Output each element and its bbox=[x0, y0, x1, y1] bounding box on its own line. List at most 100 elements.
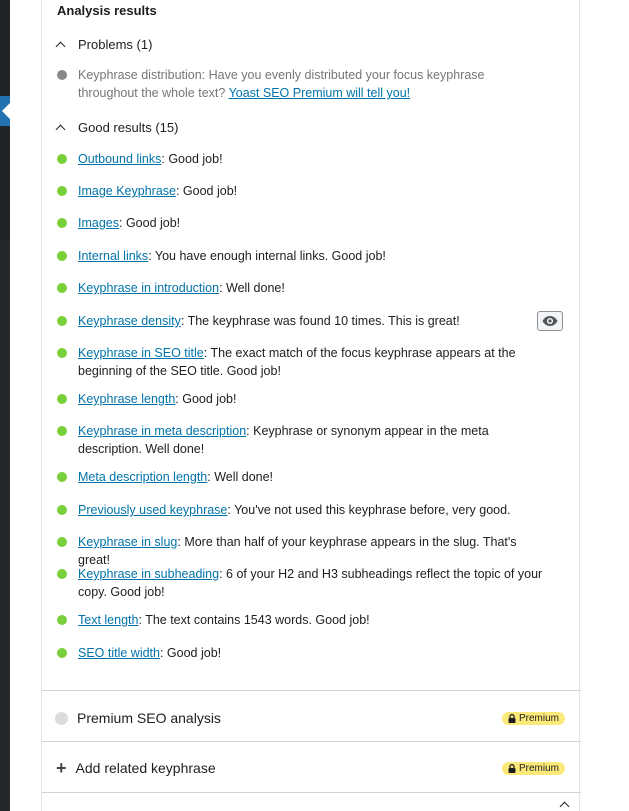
result-text: SEO title width: Good job! bbox=[78, 644, 547, 662]
result-link[interactable]: Previously used keyphrase bbox=[78, 503, 227, 517]
chevron-up-icon bbox=[55, 41, 66, 52]
yoast-analysis-panel: Analysis results Problems (1) Keyphrase … bbox=[41, 0, 581, 811]
add-related-keyphrase-label: Add related keyphrase bbox=[75, 760, 216, 776]
divider bbox=[42, 792, 581, 793]
lock-icon bbox=[508, 763, 516, 773]
result-text: Images: Good job! bbox=[78, 214, 547, 232]
result-description: : Good job! bbox=[161, 152, 223, 166]
result-text: Keyphrase in introduction: Well done! bbox=[78, 279, 547, 297]
good-result-item: Internal links: You have enough internal… bbox=[57, 247, 547, 265]
result-link[interactable]: Images bbox=[78, 216, 119, 230]
lock-icon bbox=[508, 713, 516, 723]
premium-badge: Premium bbox=[501, 761, 565, 775]
result-link[interactable]: Meta description length bbox=[78, 470, 207, 484]
result-text: Keyphrase length: Good job! bbox=[78, 390, 547, 408]
result-text: Internal links: You have enough internal… bbox=[78, 247, 547, 265]
good-bullet-icon bbox=[57, 316, 67, 326]
good-result-item: Keyphrase in slug: More than half of you… bbox=[57, 533, 547, 569]
good-result-item: Keyphrase in introduction: Well done! bbox=[57, 279, 547, 297]
premium-badge-label: Premium bbox=[518, 712, 559, 724]
result-description: : The text contains 1543 words. Good job… bbox=[138, 613, 370, 627]
result-text: Previously used keyphrase: You've not us… bbox=[78, 501, 547, 519]
admin-sidebar bbox=[0, 0, 10, 811]
good-result-item: Previously used keyphrase: You've not us… bbox=[57, 501, 547, 519]
good-bullet-icon bbox=[57, 472, 67, 482]
problems-toggle[interactable]: Problems (1) bbox=[55, 37, 153, 52]
result-text: Keyphrase in meta description: Keyphrase… bbox=[78, 422, 547, 458]
result-description: : Good job! bbox=[175, 184, 238, 198]
premium-seo-analysis-row[interactable]: Premium SEO analysis Premium bbox=[42, 694, 579, 742]
add-related-keyphrase-row[interactable]: + Add related keyphrase Premium bbox=[42, 744, 579, 792]
good-result-item: Outbound links: Good job! bbox=[57, 150, 547, 168]
good-bullet-icon bbox=[57, 394, 67, 404]
result-text: Meta description length: Well done! bbox=[78, 468, 547, 486]
result-description: : Good job! bbox=[119, 216, 181, 230]
result-text: Keyphrase in subheading: 6 of your H2 an… bbox=[78, 565, 547, 601]
result-link[interactable]: SEO title width bbox=[78, 646, 160, 660]
good-result-item: Image Keyphrase: Good job! bbox=[57, 182, 547, 200]
result-text: Keyphrase in SEO title: The exact match … bbox=[78, 344, 547, 380]
good-result-item: Keyphrase in subheading: 6 of your H2 an… bbox=[57, 565, 547, 601]
good-results-toggle[interactable]: Good results (15) bbox=[55, 120, 179, 135]
result-text: Outbound links: Good job! bbox=[78, 150, 547, 168]
result-description: : Good job! bbox=[159, 646, 222, 660]
good-bullet-icon bbox=[57, 569, 67, 579]
result-text: Keyphrase distribution: Have you evenly … bbox=[78, 66, 547, 102]
good-bullet-icon bbox=[57, 348, 67, 358]
problem-bullet-icon bbox=[57, 70, 67, 80]
good-bullet-icon bbox=[57, 186, 67, 196]
good-bullet-icon bbox=[57, 426, 67, 436]
divider bbox=[42, 690, 581, 691]
current-menu-arrow-icon bbox=[2, 103, 10, 119]
result-keyphrase-distribution: Keyphrase distribution: Have you evenly … bbox=[57, 66, 547, 102]
premium-badge: Premium bbox=[501, 711, 565, 725]
result-link[interactable]: Keyphrase in meta description bbox=[78, 424, 246, 438]
problems-heading: Problems (1) bbox=[78, 37, 153, 52]
highlight-keyphrase-button[interactable] bbox=[537, 311, 563, 331]
result-description: : Well done! bbox=[207, 470, 274, 484]
good-bullet-icon bbox=[57, 505, 67, 515]
good-result-item: Keyphrase length: Good job! bbox=[57, 390, 547, 408]
result-text: Text length: The text contains 1543 word… bbox=[78, 611, 547, 629]
result-description: : You have enough internal links. Good j… bbox=[148, 249, 386, 263]
result-link[interactable]: Keyphrase in slug bbox=[78, 535, 177, 549]
good-result-item: Keyphrase in meta description: Keyphrase… bbox=[57, 422, 547, 458]
analysis-results-title: Analysis results bbox=[57, 3, 157, 18]
chevron-up-icon bbox=[55, 124, 66, 135]
good-result-item: Text length: The text contains 1543 word… bbox=[57, 611, 547, 629]
result-link[interactable]: Keyphrase in subheading bbox=[78, 567, 219, 581]
good-result-item: Keyphrase in SEO title: The exact match … bbox=[57, 344, 547, 380]
good-bullet-icon bbox=[57, 648, 67, 658]
good-result-item: SEO title width: Good job! bbox=[57, 644, 547, 662]
grey-status-icon bbox=[55, 711, 68, 725]
result-description: : The keyphrase was found 10 times. This… bbox=[180, 314, 460, 328]
result-link[interactable]: Keyphrase length bbox=[78, 392, 175, 406]
good-result-item: Images: Good job! bbox=[57, 214, 547, 232]
result-link[interactable]: Keyphrase in introduction bbox=[78, 281, 219, 295]
result-link[interactable]: Internal links bbox=[78, 249, 148, 263]
result-link[interactable]: Text length bbox=[78, 613, 138, 627]
premium-link[interactable]: Yoast SEO Premium will tell you! bbox=[229, 86, 411, 100]
eye-icon bbox=[542, 316, 558, 326]
result-text: Keyphrase in slug: More than half of you… bbox=[78, 533, 547, 569]
good-bullet-icon bbox=[57, 251, 67, 261]
result-text: Keyphrase density: The keyphrase was fou… bbox=[78, 312, 547, 330]
result-description: : Well done! bbox=[219, 281, 285, 295]
result-link[interactable]: Outbound links bbox=[78, 152, 161, 166]
result-link[interactable]: Keyphrase density bbox=[78, 314, 181, 328]
good-bullet-icon bbox=[57, 218, 67, 228]
result-link[interactable]: Image Keyphrase bbox=[78, 184, 176, 198]
chevron-up-icon[interactable] bbox=[559, 801, 570, 811]
good-result-item: Keyphrase density: The keyphrase was fou… bbox=[57, 312, 547, 330]
divider bbox=[42, 741, 581, 742]
result-link[interactable]: Keyphrase in SEO title bbox=[78, 346, 204, 360]
premium-badge-label: Premium bbox=[518, 762, 559, 774]
result-text: Image Keyphrase: Good job! bbox=[78, 182, 547, 200]
plus-icon: + bbox=[56, 757, 67, 778]
good-bullet-icon bbox=[57, 283, 67, 293]
good-result-item: Meta description length: Well done! bbox=[57, 468, 547, 486]
result-description: : You've not used this keyphrase before,… bbox=[227, 503, 511, 517]
premium-seo-analysis-label: Premium SEO analysis bbox=[77, 710, 221, 726]
good-results-heading: Good results (15) bbox=[78, 120, 179, 135]
good-bullet-icon bbox=[57, 615, 67, 625]
